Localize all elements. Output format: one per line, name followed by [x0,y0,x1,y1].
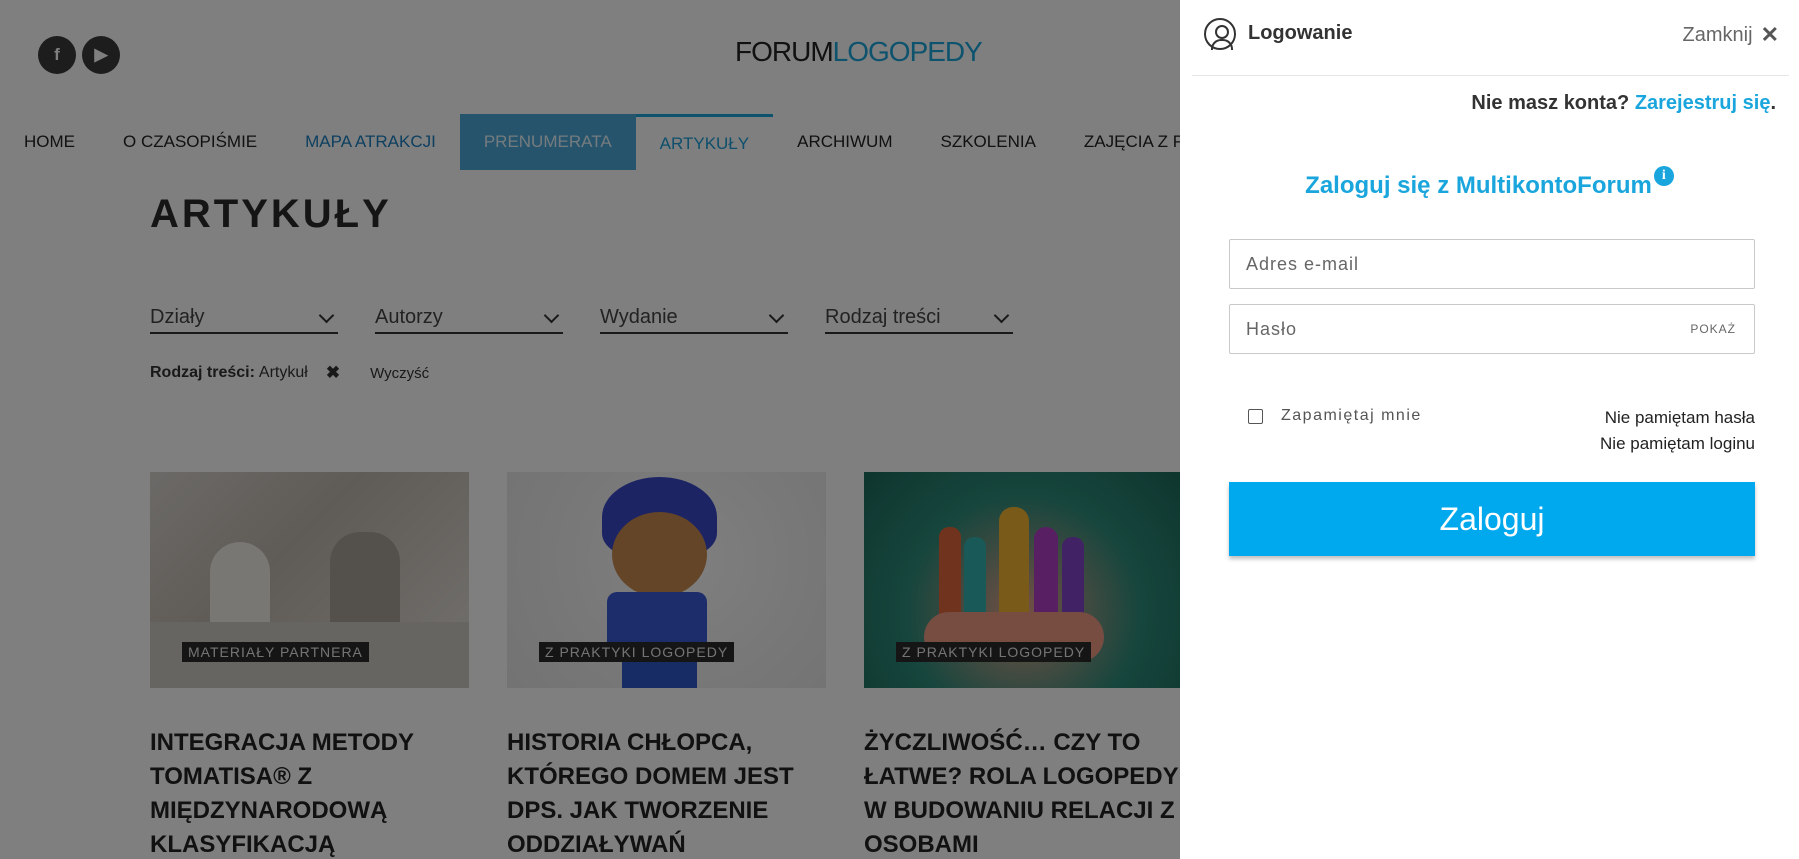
forgot-login-link[interactable]: Nie pamiętam loginu [1600,431,1755,457]
remember-checkbox[interactable] [1248,408,1263,424]
show-password-toggle[interactable]: POKAŻ [1690,322,1736,336]
close-icon: ✕ [1760,22,1779,47]
close-button[interactable]: Zamknij ✕ [1683,22,1779,48]
remember-label: Zapamiętaj mnie [1281,407,1422,424]
user-icon [1204,18,1236,50]
email-field[interactable] [1229,239,1755,289]
register-link[interactable]: Zarejestruj się [1635,92,1771,114]
forgot-links: Nie pamiętam hasła Nie pamiętam loginu [1600,405,1755,457]
modal-overlay[interactable] [0,0,1180,859]
login-submit-button[interactable]: Zaloguj [1229,482,1755,556]
login-title: Logowanie [1248,22,1353,44]
forgot-password-link[interactable]: Nie pamiętam hasła [1600,405,1755,431]
multikonto-title: Zaloguj się z MultikontoForum [1305,172,1652,199]
password-input[interactable] [1230,305,1754,353]
no-account-question: Nie masz konta? [1471,92,1630,114]
login-panel: Logowanie Zamknij ✕ Nie masz konta? Zare… [1180,0,1799,859]
register-suffix: . [1770,92,1776,114]
email-input[interactable] [1230,240,1754,288]
login-header: Logowanie Zamknij ✕ [1192,0,1789,76]
info-icon[interactable]: i [1653,166,1674,186]
remember-me[interactable]: Zapamiętaj mnie [1248,407,1422,425]
no-account-text: Nie masz konta? Zarejestruj się. [1471,92,1776,115]
multikonto-heading: Zaloguj się z MultikontoForum i [1180,166,1799,200]
password-field[interactable]: POKAŻ [1229,304,1755,354]
close-label: Zamknij [1682,23,1753,46]
